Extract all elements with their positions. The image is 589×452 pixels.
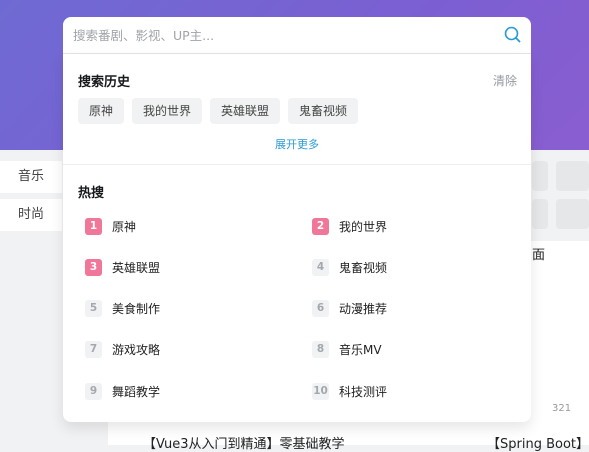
hot-search-title: 热搜 — [78, 186, 105, 201]
history-title: 搜索历史 — [78, 75, 131, 90]
search-input[interactable] — [73, 25, 493, 45]
rank-badge: 2 — [312, 218, 329, 235]
hot-search-label: 动漫推荐 — [339, 302, 388, 316]
video-title[interactable]: 【Spring Boot】微 — [487, 433, 589, 452]
rank-badge: 9 — [85, 383, 102, 400]
category-fashion[interactable]: 时尚 — [0, 199, 62, 231]
divider — [63, 164, 531, 165]
hot-search-label: 游戏攻略 — [112, 343, 161, 357]
rank-badge: 1 — [85, 218, 102, 235]
hot-search-item[interactable]: 8 音乐MV — [312, 340, 512, 360]
rank-badge: 5 — [85, 300, 102, 317]
hot-search-label: 我的世界 — [339, 220, 388, 234]
hot-search-label: 原神 — [112, 220, 137, 234]
hot-search-label: 音乐MV — [339, 343, 382, 357]
hot-search-label: 英雄联盟 — [112, 261, 161, 275]
rank-badge: 8 — [312, 341, 329, 358]
hot-search-item[interactable]: 7 游戏攻略 — [85, 340, 285, 360]
rank-badge: 6 — [312, 300, 329, 317]
section-title-fragment: 面 — [532, 248, 546, 263]
history-list: 原神 我的世界 英雄联盟 鬼畜视频 — [78, 98, 359, 124]
category-music[interactable]: 音乐 — [0, 161, 62, 193]
clear-history-button[interactable]: 清除 — [493, 72, 517, 89]
view-count: 321 — [552, 403, 572, 414]
hot-search-item[interactable]: 5 美食制作 — [85, 299, 285, 319]
hot-search-item[interactable]: 2 我的世界 — [312, 217, 512, 237]
hot-search-item[interactable]: 10 科技测评 — [312, 382, 512, 402]
hot-search-item[interactable]: 3 英雄联盟 — [85, 258, 285, 278]
hot-search-item[interactable]: 1 原神 — [85, 217, 285, 237]
hot-search-label: 科技测评 — [339, 385, 388, 399]
search-dropdown: 搜索历史 清除 原神 我的世界 英雄联盟 鬼畜视频 展开更多 热搜 1 原神 2… — [63, 54, 531, 422]
hot-search-item[interactable]: 9 舞蹈教学 — [85, 382, 285, 402]
hot-search-label: 美食制作 — [112, 302, 161, 316]
history-chip[interactable]: 英雄联盟 — [210, 98, 281, 124]
expand-more-link[interactable]: 展开更多 — [63, 136, 531, 152]
category-chip-placeholder — [532, 199, 548, 229]
rank-badge: 7 — [85, 341, 102, 358]
hot-search-item[interactable]: 6 动漫推荐 — [312, 299, 512, 319]
category-chip-placeholder — [556, 161, 589, 191]
hot-search-label: 舞蹈教学 — [112, 385, 161, 399]
history-chip[interactable]: 鬼畜视频 — [288, 98, 359, 124]
search-icon[interactable] — [504, 26, 521, 43]
history-chip[interactable]: 原神 — [78, 98, 125, 124]
category-chip-placeholder — [532, 161, 548, 191]
rank-badge: 10 — [312, 383, 329, 400]
category-chip-placeholder — [556, 199, 589, 229]
video-title[interactable]: 【Vue3从入门到精通】零基础教学 — [143, 433, 345, 452]
history-chip[interactable]: 我的世界 — [132, 98, 203, 124]
rank-badge: 3 — [85, 259, 102, 276]
rank-badge: 4 — [312, 259, 329, 276]
search-bar — [63, 17, 531, 53]
hot-search-label: 鬼畜视频 — [339, 261, 388, 275]
hot-search-item[interactable]: 4 鬼畜视频 — [312, 258, 512, 278]
